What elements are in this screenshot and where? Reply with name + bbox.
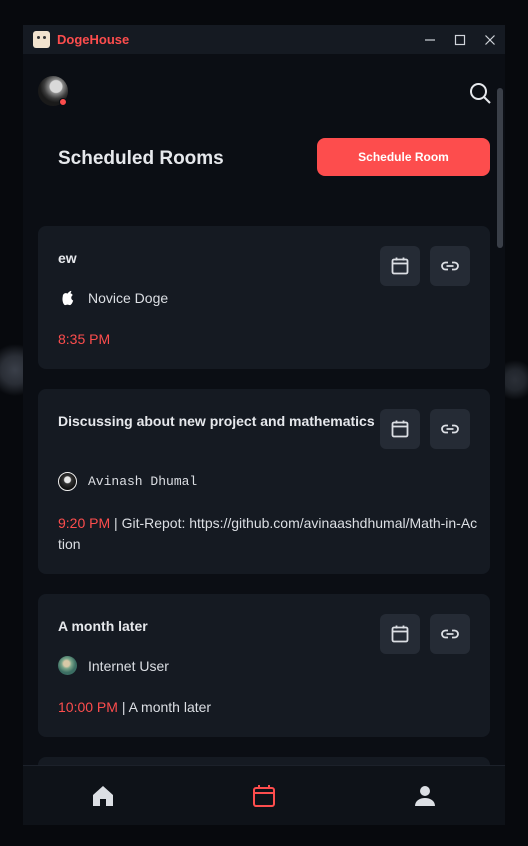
window-controls (415, 25, 505, 54)
user-icon (415, 786, 435, 806)
room-creator[interactable]: Avinash Dhumal (58, 472, 197, 491)
avatar (58, 472, 77, 491)
copy-link-button[interactable] (430, 614, 470, 654)
nav-profile-button[interactable] (412, 783, 438, 809)
room-card[interactable]: ew Novice Doge 8:35 PM (38, 226, 490, 369)
app-title: DogeHouse (57, 32, 130, 47)
avatar (58, 656, 77, 675)
add-to-calendar-button[interactable] (380, 246, 420, 286)
room-title: Discussing about new project and mathema… (58, 413, 375, 429)
room-description: A month later (128, 699, 212, 715)
calendar-icon (253, 785, 275, 807)
minimize-button[interactable] (415, 25, 445, 54)
room-description: Git-Repot: https://github.com/avinaashdh… (58, 515, 478, 552)
room-schedule-info: 8:35 PM (58, 329, 478, 350)
nav-home-button[interactable] (90, 783, 116, 809)
room-schedule-info: 9:20 PM | Git-Repot: https://github.com/… (58, 515, 478, 552)
copy-link-button[interactable] (430, 409, 470, 449)
calendar-icon (391, 625, 409, 643)
scheduled-time: 10:00 PM (58, 699, 118, 715)
apple-icon (62, 290, 74, 306)
room-title: A month later (58, 618, 148, 634)
link-icon (441, 261, 459, 271)
scheduled-time: 8:35 PM (58, 331, 111, 347)
app-logo-icon (33, 31, 50, 48)
add-to-calendar-button[interactable] (380, 614, 420, 654)
room-card[interactable] (38, 757, 490, 765)
creator-name: Internet User (88, 657, 169, 674)
maximize-button[interactable] (445, 25, 475, 54)
app-window: DogeHouse Scheduled Rooms Schedule Room (23, 25, 505, 825)
creator-name: Novice Doge (88, 289, 169, 306)
room-title: ew (58, 250, 77, 266)
calendar-icon (391, 257, 409, 275)
title-bar: DogeHouse (23, 25, 505, 54)
room-creator[interactable]: Internet User (58, 656, 169, 675)
status-indicator (59, 98, 67, 106)
add-to-calendar-button[interactable] (380, 409, 420, 449)
schedule-room-button[interactable]: Schedule Room (317, 138, 490, 176)
creator-name: Avinash Dhumal (88, 474, 198, 489)
close-button[interactable] (475, 25, 505, 54)
page-title: Scheduled Rooms (58, 148, 224, 169)
room-creator[interactable]: Novice Doge (58, 288, 168, 307)
bottom-navigation (23, 765, 505, 825)
room-schedule-info: 10:00 PM | A month later (58, 699, 212, 715)
nav-scheduled-button[interactable] (251, 783, 277, 809)
room-card[interactable]: A month later Internet User 10:00 PM | A… (38, 594, 490, 737)
copy-link-button[interactable] (430, 246, 470, 286)
scheduled-time: 9:20 PM (58, 515, 111, 531)
close-icon (485, 34, 495, 45)
room-card[interactable]: Discussing about new project and mathema… (38, 389, 490, 574)
scheduled-rooms-page: Scheduled Rooms Schedule Room ew Novice … (23, 54, 505, 765)
maximize-icon (454, 34, 466, 45)
calendar-icon (391, 420, 409, 438)
search-button[interactable] (468, 81, 492, 105)
link-icon (441, 424, 459, 434)
minimize-icon (425, 38, 435, 41)
scrollbar[interactable] (497, 88, 503, 248)
home-icon (93, 786, 113, 806)
link-icon (441, 629, 459, 639)
search-icon (470, 83, 491, 104)
